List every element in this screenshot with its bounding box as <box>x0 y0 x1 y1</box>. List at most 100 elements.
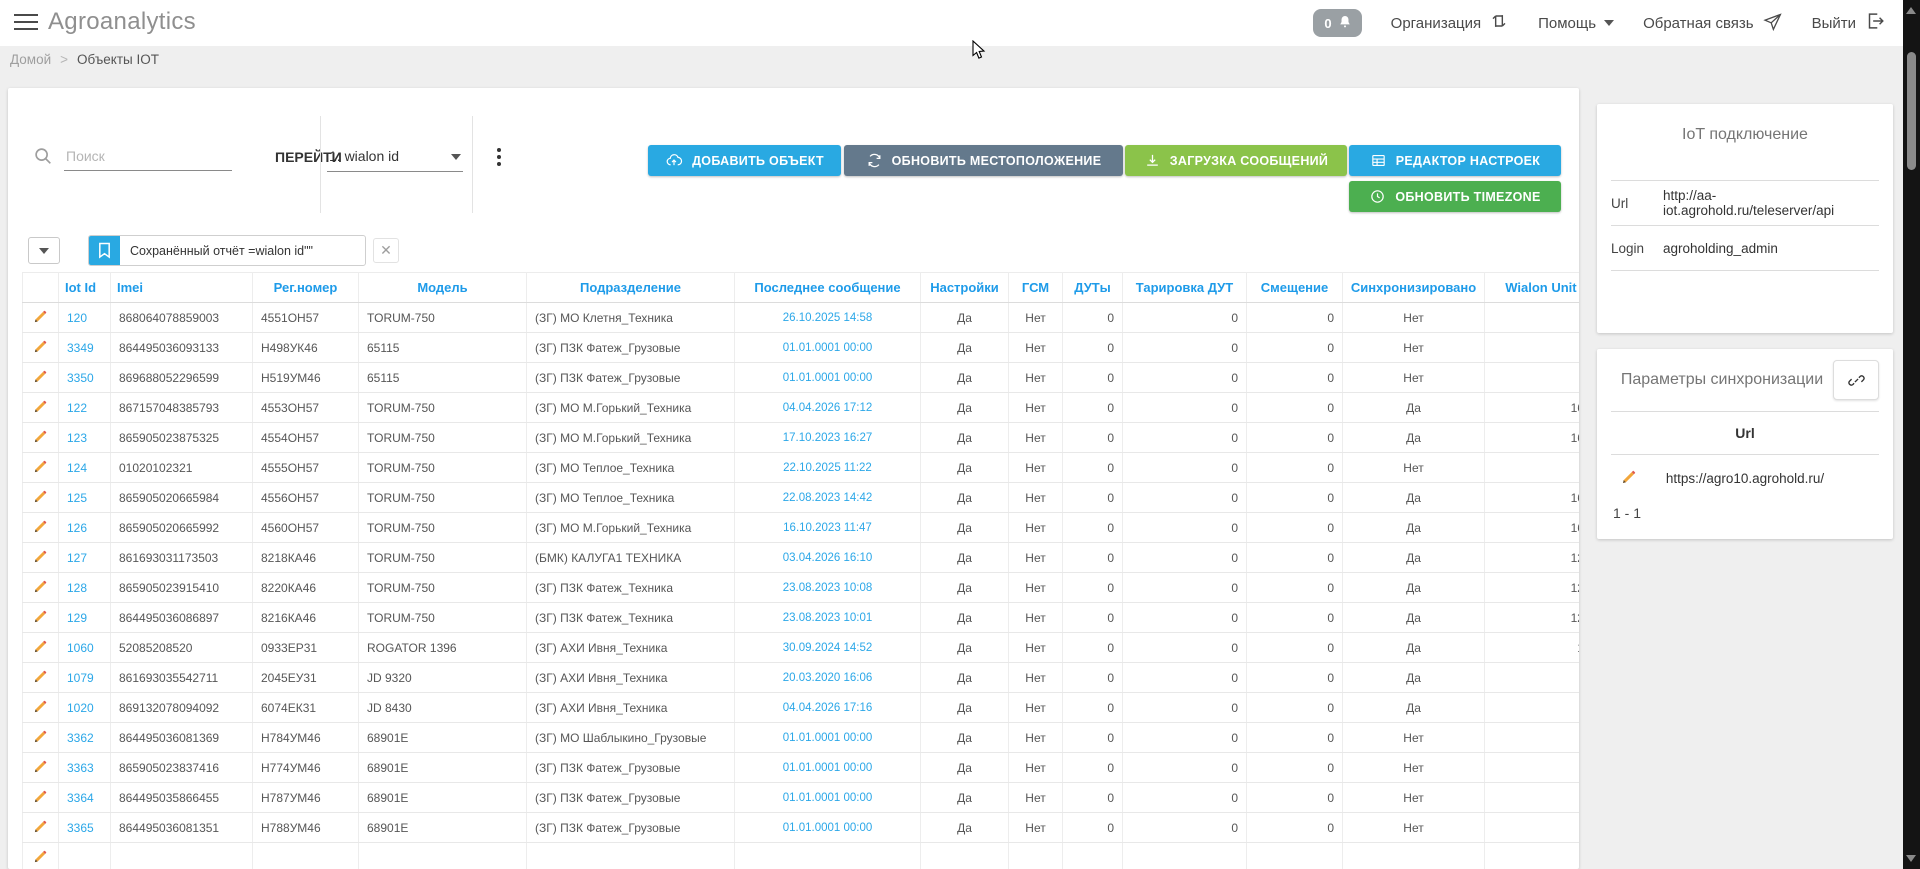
iot-id-link[interactable]: 120 <box>67 311 87 325</box>
iot-id-link[interactable]: 1020 <box>67 701 94 715</box>
edit-icon[interactable] <box>33 309 48 324</box>
edit-icon[interactable] <box>33 399 48 414</box>
edit-icon[interactable] <box>33 729 48 744</box>
menu-icon[interactable] <box>14 14 38 32</box>
edit-icon[interactable] <box>33 459 48 474</box>
iot-id-link[interactable]: 3350 <box>67 371 94 385</box>
last-message-link[interactable]: 23.08.2023 10:08 <box>735 573 921 603</box>
edit-icon[interactable] <box>33 759 48 774</box>
last-message-link[interactable]: 01.01.0001 00:00 <box>735 753 921 783</box>
gsm-cell: Нет <box>1009 303 1063 333</box>
last-message-link[interactable]: 22.10.2025 11:22 <box>735 453 921 483</box>
edit-icon[interactable] <box>33 849 48 864</box>
close-icon[interactable]: ✕ <box>373 238 399 263</box>
last-message-link[interactable]: 16.10.2023 11:47 <box>735 513 921 543</box>
vertical-scrollbar[interactable] <box>1903 0 1920 869</box>
column-header[interactable]: Wialon Unit Id <box>1485 273 1580 303</box>
last-message-link[interactable]: 01.01.0001 00:00 <box>735 783 921 813</box>
last-message-link[interactable]: 04.04.2026 17:12 <box>735 393 921 423</box>
saved-report-chip[interactable]: Сохранённый отчёт =wialon id"" <box>88 235 366 266</box>
column-header[interactable]: Синхронизировано <box>1343 273 1485 303</box>
edit-icon[interactable] <box>33 609 48 624</box>
last-message-link[interactable]: 01.01.0001 00:00 <box>735 723 921 753</box>
edit-icon[interactable] <box>33 579 48 594</box>
iot-id-link[interactable]: 1060 <box>67 641 94 655</box>
menu-feedback[interactable]: Обратная связь <box>1643 11 1783 36</box>
refresh-location-button[interactable]: ОБНОВИТЬ МЕСТОПОЛОЖЕНИЕ <box>844 145 1123 176</box>
last-message-link[interactable]: 22.08.2023 14:42 <box>735 483 921 513</box>
login-value: agroholding_admin <box>1663 241 1778 256</box>
edit-icon[interactable] <box>33 519 48 534</box>
column-header[interactable]: Рег.номер <box>253 273 359 303</box>
settings-editor-button[interactable]: РЕДАКТОР НАСТРОЕК <box>1349 145 1561 176</box>
column-header[interactable]: Последнее сообщение <box>735 273 921 303</box>
calibration-cell: 0 <box>1123 663 1247 693</box>
iot-id-link[interactable]: 3362 <box>67 731 94 745</box>
edit-icon[interactable] <box>33 549 48 564</box>
edit-icon[interactable] <box>33 789 48 804</box>
more-options-button[interactable] <box>490 140 508 174</box>
edit-icon[interactable] <box>33 339 48 354</box>
link-button[interactable] <box>1833 360 1879 400</box>
edit-icon[interactable] <box>33 489 48 504</box>
gsm-cell: Нет <box>1009 633 1063 663</box>
search-input[interactable] <box>64 145 232 171</box>
load-messages-button[interactable]: ЗАГРУЗКА СООБЩЕНИЙ <box>1125 145 1347 176</box>
goto-field-select[interactable]: 1. wialon id <box>327 146 463 172</box>
iot-id-link[interactable]: 3365 <box>67 821 94 835</box>
iot-id-link[interactable]: 129 <box>67 611 87 625</box>
column-header[interactable]: Модель <box>359 273 527 303</box>
column-header[interactable]: Iot Id <box>59 273 111 303</box>
iot-id-link[interactable]: 126 <box>67 521 87 535</box>
last-message-link[interactable] <box>735 843 921 869</box>
edit-icon[interactable] <box>33 669 48 684</box>
last-message-link[interactable]: 01.01.0001 00:00 <box>735 333 921 363</box>
last-message-link[interactable]: 26.10.2025 14:58 <box>735 303 921 333</box>
last-message-link[interactable]: 20.03.2020 16:06 <box>735 663 921 693</box>
scroll-up-arrow[interactable] <box>1906 7 1916 14</box>
column-header[interactable]: Смещение <box>1247 273 1343 303</box>
last-message-link[interactable]: 01.01.0001 00:00 <box>735 813 921 843</box>
iot-id-link[interactable]: 3363 <box>67 761 94 775</box>
add-object-button[interactable]: ДОБАВИТЬ ОБЪЕКТ <box>648 145 841 176</box>
menu-logout[interactable]: Выйти <box>1812 10 1886 36</box>
settings-cell: Да <box>921 393 1009 423</box>
saved-reports-dropdown-button[interactable] <box>28 237 60 264</box>
edit-icon[interactable] <box>1621 469 1637 485</box>
iot-id-link[interactable]: 1079 <box>67 671 94 685</box>
last-message-link[interactable]: 01.01.0001 00:00 <box>735 363 921 393</box>
last-message-link[interactable]: 30.09.2024 14:52 <box>735 633 921 663</box>
edit-icon[interactable] <box>33 429 48 444</box>
iot-id-link[interactable]: 124 <box>67 461 87 475</box>
column-header[interactable]: ДУТы <box>1063 273 1123 303</box>
menu-help[interactable]: Помощь <box>1538 15 1614 32</box>
refresh-timezone-button[interactable]: ОБНОВИТЬ TIMEZONE <box>1349 181 1561 212</box>
last-message-link[interactable]: 03.04.2026 16:10 <box>735 543 921 573</box>
column-header[interactable]: Подразделение <box>527 273 735 303</box>
last-message-link[interactable]: 23.08.2023 10:01 <box>735 603 921 633</box>
column-header[interactable]: Настройки <box>921 273 1009 303</box>
iot-id-link[interactable]: 3364 <box>67 791 94 805</box>
iot-id-link[interactable]: 3349 <box>67 341 94 355</box>
edit-icon[interactable] <box>33 699 48 714</box>
iot-id-link[interactable]: 122 <box>67 401 87 415</box>
last-message-link[interactable]: 17.10.2023 16:27 <box>735 423 921 453</box>
edit-icon[interactable] <box>33 819 48 834</box>
settings-cell: Да <box>921 603 1009 633</box>
iot-id-link[interactable]: 127 <box>67 551 87 565</box>
iot-id-link[interactable]: 125 <box>67 491 87 505</box>
edit-icon[interactable] <box>33 639 48 654</box>
iot-id-link[interactable]: 123 <box>67 431 87 445</box>
notifications-button[interactable]: 0 <box>1313 9 1361 37</box>
scroll-down-arrow[interactable] <box>1906 855 1916 862</box>
edit-icon[interactable] <box>33 369 48 384</box>
column-header[interactable]: ГСМ <box>1009 273 1063 303</box>
menu-organization[interactable]: Организация <box>1391 11 1509 35</box>
column-header[interactable]: Тарировка ДУТ <box>1123 273 1247 303</box>
iot-id-link[interactable]: 128 <box>67 581 87 595</box>
breadcrumb-home[interactable]: Домой <box>10 52 51 67</box>
scrollbar-thumb[interactable] <box>1907 52 1916 170</box>
last-message-link[interactable]: 04.04.2026 17:16 <box>735 693 921 723</box>
column-header[interactable]: Imei <box>111 273 253 303</box>
gsm-cell <box>1009 843 1063 869</box>
